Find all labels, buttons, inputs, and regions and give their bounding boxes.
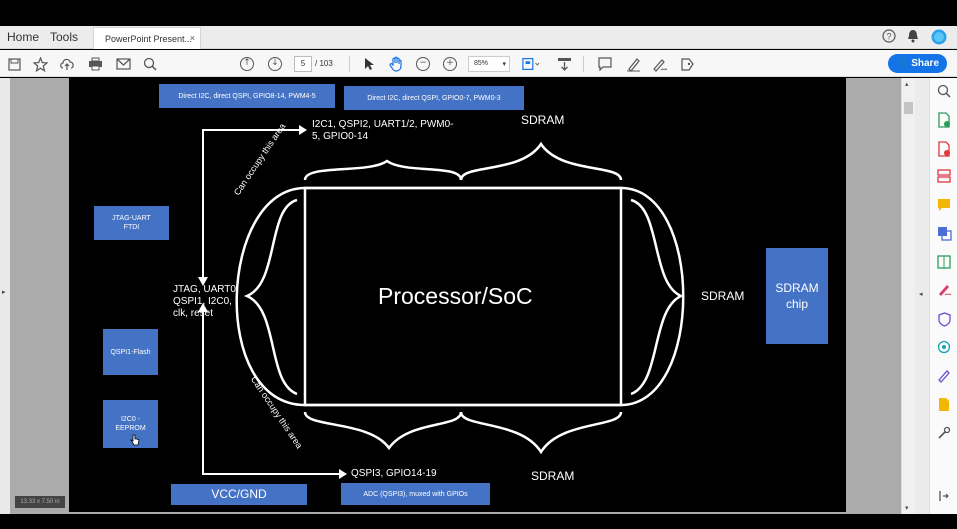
- scroll-up-icon[interactable]: ▴: [905, 80, 909, 88]
- search-icon[interactable]: [141, 55, 159, 73]
- slide-page: Direct I2C, direct QSPI, GPIO8-14, PWM4-…: [69, 78, 846, 512]
- upload-cloud-icon[interactable]: [58, 55, 76, 73]
- scrollbar-thumb[interactable]: [904, 102, 913, 114]
- processor-soc-label: Processor/SoC: [378, 283, 533, 309]
- chevron-left-icon[interactable]: ◂: [919, 290, 923, 298]
- fill-sign-icon[interactable]: [936, 283, 952, 299]
- share-label: Share: [911, 58, 940, 69]
- avatar[interactable]: [931, 29, 947, 48]
- mail-icon[interactable]: [114, 55, 132, 73]
- previous-page-icon[interactable]: ↑: [238, 55, 256, 73]
- page-dimensions: 13.33 x 7.50 in: [15, 496, 65, 508]
- export-pdf-icon[interactable]: [936, 112, 952, 128]
- toolbar-divider: [583, 56, 584, 72]
- vertical-scrollbar[interactable]: ▴ ▾: [901, 78, 915, 514]
- toolbar: ↑ ↓ 5 / 103 − + 85% ▾ 👤 Share: [0, 50, 957, 77]
- svg-text:?: ?: [886, 32, 891, 42]
- sdram-chip-line1: SDRAM: [775, 281, 819, 295]
- help-icon[interactable]: ?: [882, 29, 896, 46]
- send-for-signature-icon[interactable]: [936, 369, 952, 385]
- share-button[interactable]: 👤 Share: [888, 54, 947, 73]
- qspi-flash-box: QSPI1-Flash: [103, 329, 158, 375]
- zoom-value: 85%: [474, 60, 489, 67]
- organize-pages-icon[interactable]: [936, 169, 952, 185]
- highlight-pen-icon[interactable]: [624, 55, 642, 73]
- collapse-panel-icon[interactable]: [936, 490, 952, 506]
- menu-tools[interactable]: Tools: [50, 30, 78, 44]
- left-interfaces-line3: clk, reset: [173, 308, 214, 319]
- top-left-gpio-box: Direct I2C, direct QSPI, GPIO8-14, PWM4-…: [159, 84, 335, 108]
- print-icon[interactable]: [86, 55, 104, 73]
- comment-icon[interactable]: [596, 55, 614, 73]
- bottom-interfaces-label: QSPI3, GPIO14-19: [351, 468, 437, 479]
- mouse-cursor-icon: [129, 433, 140, 451]
- left-interfaces-label: JTAG, UART0 QSPI1, I2C0, clk, reset: [173, 284, 236, 320]
- create-pdf-icon[interactable]: [936, 141, 952, 157]
- comment-tool-icon[interactable]: [936, 198, 952, 214]
- left-panel-toggle[interactable]: ▸: [0, 78, 10, 514]
- page-display-icon[interactable]: [522, 55, 540, 73]
- zoom-select[interactable]: 85% ▾: [468, 56, 510, 72]
- bell-icon[interactable]: [907, 29, 919, 46]
- stamp-icon[interactable]: [936, 397, 952, 413]
- save-icon[interactable]: [5, 55, 23, 73]
- combine-files-icon[interactable]: [936, 226, 952, 242]
- jtag-uart-box: JTAG-UART FTDI: [94, 206, 169, 240]
- pdf-viewer-window: Home Tools PowerPoint Present... × ? ↑ ↓…: [0, 0, 957, 529]
- bookmark-star-icon[interactable]: [31, 55, 49, 73]
- select-cursor-icon[interactable]: [360, 55, 378, 73]
- edit-pdf-icon[interactable]: [936, 255, 952, 271]
- sdram-chip-box: SDRAM chip: [766, 248, 828, 344]
- right-panel-collapse[interactable]: ◂: [915, 78, 929, 514]
- zoom-search-icon[interactable]: [936, 84, 952, 100]
- top-right-gpio-box: Direct I2C, direct QSPI, GPIO0-7, PWM0-3: [344, 86, 524, 110]
- toolbar-divider: [349, 56, 350, 72]
- scroll-mode-icon[interactable]: [555, 55, 573, 73]
- sign-icon[interactable]: [651, 55, 669, 73]
- sdram-top-label: SDRAM: [521, 113, 565, 127]
- sdram-right-label: SDRAM: [701, 289, 745, 303]
- protect-shield-icon[interactable]: [936, 312, 952, 328]
- close-tab-icon[interactable]: ×: [190, 33, 195, 43]
- hand-tool-icon[interactable]: [387, 55, 405, 73]
- eeprom-line1: I2C0 -: [120, 416, 141, 423]
- scroll-down-icon[interactable]: ▾: [905, 504, 909, 512]
- zoom-in-icon[interactable]: +: [441, 55, 459, 73]
- adc-box: ADC (QSPI3), muxed with GPIOs: [341, 483, 490, 505]
- next-page-icon[interactable]: ↓: [266, 55, 284, 73]
- left-interfaces-line2: QSPI1, I2C0,: [173, 296, 232, 307]
- more-tools-icon[interactable]: [936, 426, 952, 442]
- eeprom-line2: EEPROM: [115, 425, 146, 432]
- top-interfaces-label: I2C1, QSPI2, UART1/2, PWM0- 5, GPIO0-14: [312, 119, 454, 143]
- top-interfaces-line2: 5, GPIO0-14: [312, 131, 369, 142]
- jtag-uart-line2: FTDI: [123, 224, 140, 231]
- tools-panel: [929, 78, 957, 514]
- sdram-chip-line2: chip: [785, 297, 808, 311]
- vcc-gnd-box: VCC/GND: [171, 484, 307, 505]
- menu-bar: Home Tools PowerPoint Present... × ?: [0, 26, 957, 49]
- top-interfaces-line1: I2C1, QSPI2, UART1/2, PWM0-: [312, 119, 454, 130]
- stamp-tag-icon[interactable]: [678, 55, 696, 73]
- page-number-input[interactable]: 5: [294, 56, 312, 72]
- zoom-out-icon[interactable]: −: [414, 55, 432, 73]
- bottom-bar: [0, 514, 957, 529]
- chevron-right-icon: ▸: [2, 289, 6, 296]
- jtag-uart-line1: JTAG-UART: [112, 215, 151, 222]
- page-total: / 103: [315, 59, 333, 68]
- document-tab-title: PowerPoint Present...: [105, 34, 193, 44]
- left-interfaces-line1: JTAG, UART0: [173, 284, 236, 295]
- optimize-icon[interactable]: [936, 340, 952, 356]
- menu-home[interactable]: Home: [7, 30, 39, 44]
- share-user-icon: 👤: [895, 58, 909, 69]
- document-tab[interactable]: PowerPoint Present... ×: [93, 27, 201, 49]
- chevron-down-icon: ▾: [502, 61, 506, 68]
- sdram-bottom-label: SDRAM: [531, 469, 575, 483]
